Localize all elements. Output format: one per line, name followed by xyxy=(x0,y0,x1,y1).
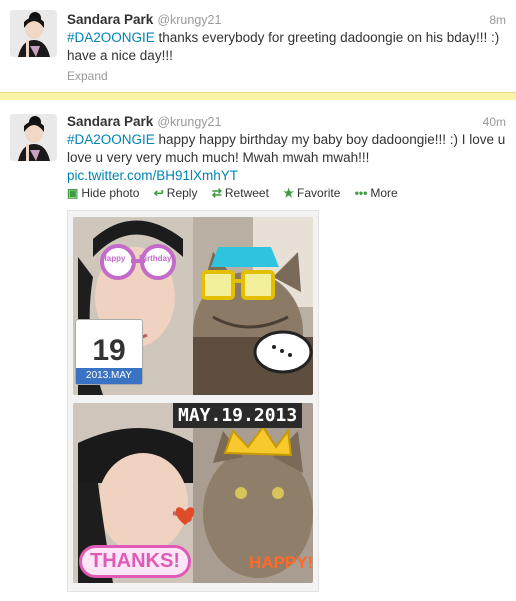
hashtag-link[interactable]: #DA2OONGIE xyxy=(67,132,155,147)
happy-sticker: HAPPY! xyxy=(249,553,313,572)
photo-icon: ▣ xyxy=(67,186,79,200)
hide-photo-button[interactable]: ▣ Hide photo xyxy=(67,186,139,200)
tweet-text: #DA2OONGIE thanks everybody for greeting… xyxy=(67,29,506,65)
tweet-1[interactable]: Sandara Park @krungy21 8m #DA2OONGIE than… xyxy=(0,0,516,92)
avatar[interactable] xyxy=(10,10,57,57)
calendar-month: 2013.MAY xyxy=(76,368,142,384)
expand-link[interactable]: Expand xyxy=(67,69,108,83)
more-dots-icon: ••• xyxy=(354,186,368,200)
thanks-sticker: THANKS! xyxy=(79,545,191,578)
reply-button[interactable]: ↩ Reply xyxy=(154,186,198,200)
author-handle[interactable]: @krungy21 xyxy=(157,115,221,129)
more-button[interactable]: ••• More xyxy=(355,186,398,200)
reply-label: Reply xyxy=(166,186,198,200)
tweet-photo[interactable]: Happy Birthday 19 2013.MAY MAY.19.2013 T… xyxy=(67,210,319,592)
favorite-star-icon: ★ xyxy=(283,186,295,200)
hide-photo-label: Hide photo xyxy=(81,186,140,200)
tweet-author[interactable]: Sandara Park @krungy21 xyxy=(67,114,221,129)
tweet-actions: ▣ Hide photo ↩ Reply ⇄ Retweet ★ Favorite ••… xyxy=(67,186,409,200)
author-name[interactable]: Sandara Park xyxy=(67,12,153,27)
retweet-icon: ⇄ xyxy=(211,186,222,200)
reply-icon: ↩ xyxy=(153,186,164,200)
calendar-sticker: 19 2013.MAY xyxy=(75,319,143,385)
glasses-text-right: Birthday xyxy=(139,254,172,263)
retweet-button[interactable]: ⇄ Retweet xyxy=(212,186,269,200)
more-label: More xyxy=(370,186,398,200)
photo-pane-top: Happy Birthday 19 2013.MAY xyxy=(73,217,313,395)
new-tweets-divider xyxy=(0,92,516,100)
tweet-timestamp[interactable]: 40m xyxy=(483,115,506,129)
avatar[interactable] xyxy=(10,114,57,161)
glasses-text-left: Happy xyxy=(101,254,126,263)
favorite-label: Favorite xyxy=(297,186,341,200)
photo-pane-bottom: MAY.19.2013 THANKS! HAPPY! xyxy=(73,403,313,583)
pic-link[interactable]: pic.twitter.com/BH91lXmhYT xyxy=(67,167,506,185)
date-banner: MAY.19.2013 xyxy=(173,403,303,428)
hashtag-link[interactable]: #DA2OONGIE xyxy=(67,30,155,45)
retweet-label: Retweet xyxy=(224,186,269,200)
favorite-button[interactable]: ★ Favorite xyxy=(283,186,340,200)
tweet-text: #DA2OONGIE happy happy birthday my baby … xyxy=(67,131,506,185)
author-name[interactable]: Sandara Park xyxy=(67,114,153,129)
tweet-timestamp[interactable]: 8m xyxy=(489,13,506,27)
calendar-day: 19 xyxy=(92,334,126,367)
author-handle[interactable]: @krungy21 xyxy=(157,13,221,27)
tweet-author[interactable]: Sandara Park @krungy21 xyxy=(67,12,221,27)
